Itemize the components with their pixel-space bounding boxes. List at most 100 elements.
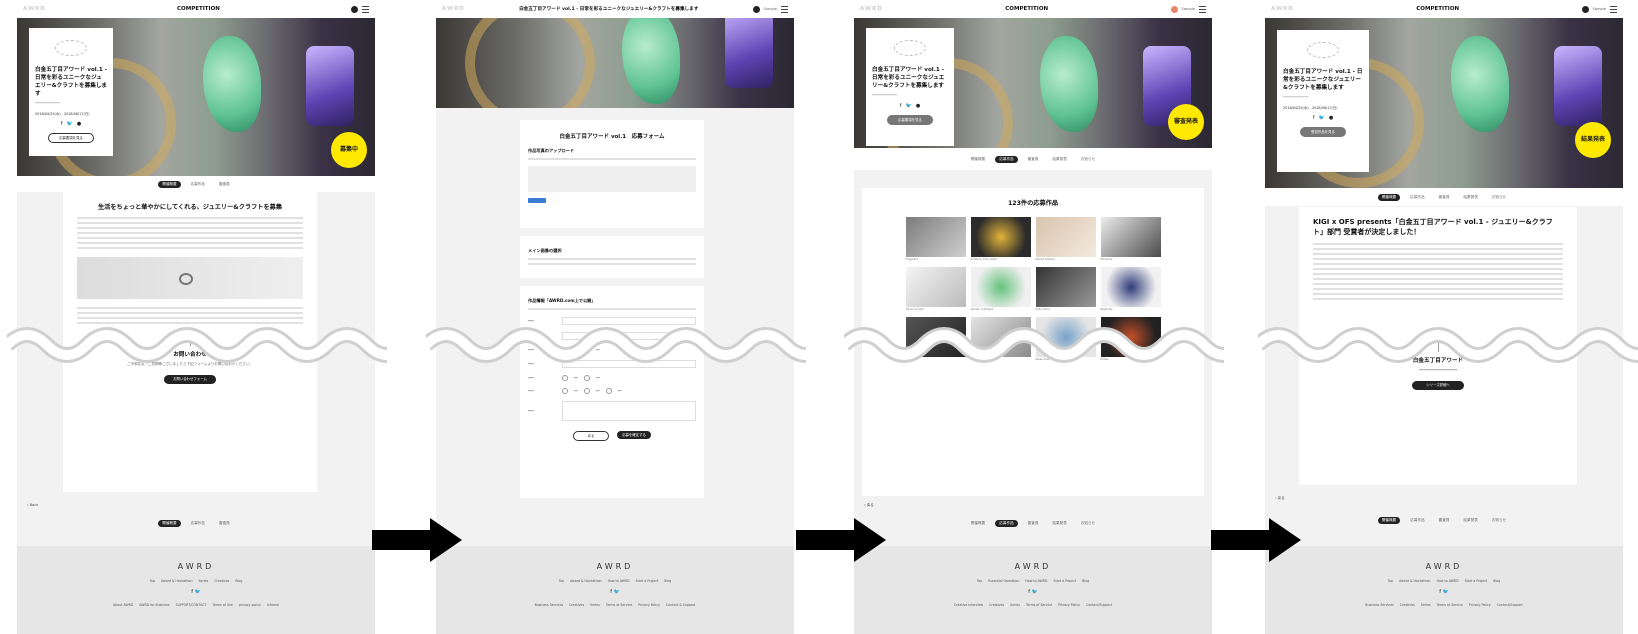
guidelines-button[interactable]: 応募要項を見る [887,114,933,125]
radio-option[interactable] [562,375,568,381]
tab-results[interactable]: 結果発表 [1459,194,1481,201]
tab-overview[interactable]: 開催概要 [1377,193,1401,201]
footer-link[interactable]: Creatives [989,603,1004,607]
hamburger-menu-icon[interactable] [1198,5,1206,13]
checkbox-option[interactable] [605,388,612,394]
footer-link[interactable]: Start a Project [1053,579,1076,583]
twitter-icon[interactable]: 🐦 [1032,589,1038,595]
facebook-icon[interactable]: f [900,103,902,109]
footer-link[interactable]: Award & Hackathon [161,579,193,583]
tab-news[interactable]: お知らせ [1077,156,1099,163]
tab-entries[interactable]: 応募作品 [995,519,1018,527]
footer-link[interactable]: Award & Hackathon [1399,579,1431,583]
consent-box[interactable] [562,401,696,421]
line-icon[interactable]: ● [1329,115,1333,121]
footer-link[interactable]: Award & Hackathon [570,579,602,583]
upload-button[interactable] [528,198,546,203]
tab-entries[interactable]: 応募作品 [1406,517,1428,524]
tab-entries[interactable]: 応募作品 [187,181,209,188]
footer-link[interactable]: Terms of Use [212,603,232,607]
footer-link[interactable]: How to AWRD [1437,579,1459,583]
footer-link[interactable]: Privacy Policy [1058,603,1080,607]
footer-link[interactable]: privacy policy [239,603,261,607]
facebook-icon[interactable]: f [1313,115,1315,121]
footer-link[interactable]: Top [559,579,564,583]
footer-link[interactable]: How to AWRD [608,579,630,583]
footer-link[interactable]: Terms of Service [1437,603,1463,607]
user-avatar[interactable] [351,5,358,13]
footer-link[interactable]: Start a Project [636,579,659,583]
footer-link[interactable]: Privacy Policy [1469,603,1491,607]
awrd-logo[interactable]: AWRD [1271,6,1294,12]
footer-link[interactable]: Terms of Service [1026,603,1052,607]
guidelines-button[interactable]: 応募要項を見る [48,132,94,143]
tab-results[interactable]: 結果発表 [1048,156,1070,163]
twitter-icon[interactable]: 🐦 [614,589,620,595]
awrd-logo[interactable]: AWRD [860,6,883,12]
facebook-icon[interactable]: f [610,589,612,595]
footer-link[interactable]: Top [1388,579,1393,583]
tab-entries[interactable]: 応募作品 [995,155,1018,163]
tab-news[interactable]: お知らせ [1488,194,1510,201]
user-name[interactable]: Sample [764,7,777,11]
footer-link[interactable]: Creative Interview [954,603,983,607]
footer-link[interactable]: Blog [1082,579,1089,583]
entry-card[interactable]: Ambition from earth [970,217,1031,261]
tab-overview[interactable]: 開催概要 [158,519,181,527]
footer-link[interactable]: Top [150,579,155,583]
tab-overview[interactable]: 開催概要 [967,520,989,527]
tab-results[interactable]: 結果発表 [1048,520,1070,527]
footer-link[interactable]: Business Services [535,603,564,607]
tab-entries[interactable]: 応募作品 [1406,194,1428,201]
footer-link[interactable]: Contact/Support [1086,603,1112,607]
user-name[interactable]: Sample [1182,7,1195,11]
submit-button[interactable]: 応募を確定する [617,431,651,439]
footer-link[interactable]: Business Services [1365,603,1394,607]
footer-logo[interactable]: AWRD [17,562,375,571]
facebook-icon[interactable]: f [1439,589,1441,595]
checkbox-option[interactable] [583,388,590,394]
entry-card[interactable]: Garden of flowers [970,267,1031,311]
user-avatar[interactable] [752,5,760,13]
footer-link[interactable]: Creatives [214,579,229,583]
footer-logo[interactable]: AWRD [1265,562,1623,571]
footer-link[interactable]: SUPPORT/CONTACT [176,603,207,607]
line-icon[interactable]: ● [916,103,920,109]
footer-link[interactable]: AWRD for Business [139,603,169,607]
footer-link[interactable]: Start a Project [1465,579,1488,583]
twitter-icon[interactable]: 🐦 [1319,115,1325,121]
checkbox-option[interactable] [562,388,568,394]
footer-link[interactable]: Contact & Support [666,603,696,607]
footer-link[interactable]: How to AWRD [1025,579,1047,583]
tab-judges[interactable]: 審査員 [1435,517,1454,524]
footer-link[interactable]: Creatives [1400,603,1415,607]
awrd-logo[interactable]: AWRD [442,6,465,12]
footer-link[interactable]: Blog [664,579,671,583]
entry-card[interactable]: Fragment [905,217,966,261]
tab-judges[interactable]: 審査員 [1024,520,1043,527]
hamburger-menu-icon[interactable] [1609,5,1617,13]
tab-news[interactable]: お知らせ [1077,520,1099,527]
twitter-icon[interactable]: 🐦 [67,121,73,127]
entry-card[interactable]: Desert dreams [1035,217,1096,261]
back-button[interactable]: 戻る [573,431,609,441]
footer-link[interactable]: Essential Operation [988,579,1019,583]
footer-link[interactable]: Terms of Service [606,603,632,607]
entry-card[interactable]: Night sky [1100,267,1161,311]
footer-link[interactable]: Creatives [569,603,584,607]
hamburger-menu-icon[interactable] [362,5,369,13]
footer-link[interactable]: About AWRD [113,603,133,607]
footer-link[interactable]: Infomal [267,603,279,607]
twitter-icon[interactable]: 🐦 [1443,589,1449,595]
facebook-icon[interactable]: f [1028,589,1030,595]
tab-overview[interactable]: 開催概要 [158,180,181,188]
footer-link[interactable]: Blog [1493,579,1500,583]
tab-judges[interactable]: 審査員 [215,520,234,527]
twitter-icon[interactable]: 🐦 [906,103,912,109]
tab-judges[interactable]: 審査員 [1024,156,1043,163]
footer-logo[interactable]: AWRD [436,562,794,571]
entry-card[interactable]: Gray stone [1035,267,1096,311]
footer-link[interactable]: Series [1010,603,1020,607]
footer-link[interactable]: Top [977,579,982,583]
facebook-icon[interactable]: f [191,589,193,595]
